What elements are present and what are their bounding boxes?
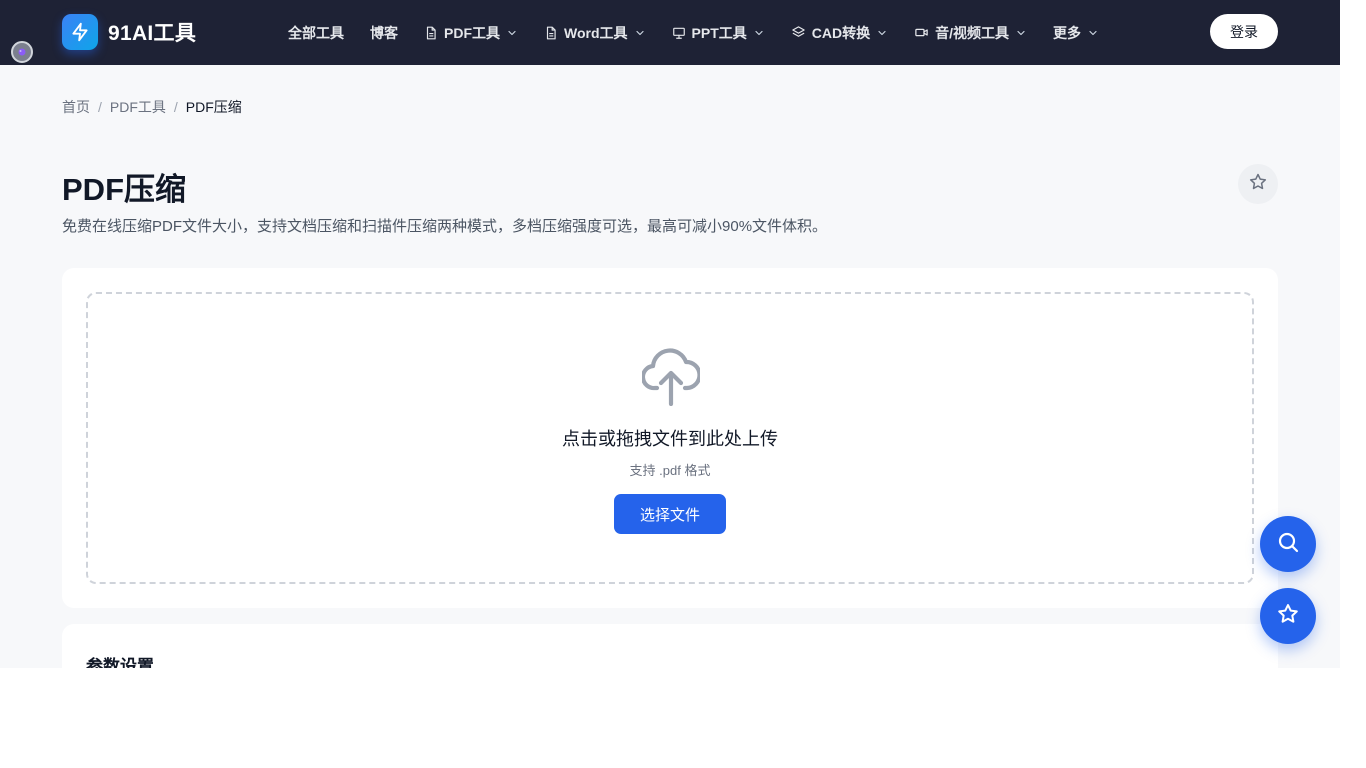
document-icon [424,26,438,40]
nav-item-ppt-tools[interactable]: PPT工具 [672,23,765,43]
nav-item-pdf-tools[interactable]: PDF工具 [424,23,518,43]
chevron-down-icon [1015,27,1027,39]
search-icon [1276,530,1300,559]
chevron-down-icon [876,27,888,39]
params-card: 参数设置 [62,624,1278,668]
video-icon [914,25,929,40]
page-viewport: 91AI工具 全部工具 博客 PDF工具 Word工具 PPT工具 CAD转换 … [0,0,1340,668]
cloud-upload-icon [640,344,702,411]
layers-icon [791,25,806,40]
breadcrumb-current: PDF压缩 [185,99,242,115]
nav-item-av-tools[interactable]: 音/视频工具 [914,23,1027,43]
chevron-down-icon [634,27,646,39]
page-description: 免费在线压缩PDF文件大小，支持文档压缩和扫描件压缩两种模式，多档压缩强度可选，… [62,218,828,235]
presentation-icon [672,26,686,40]
chevron-down-icon [753,27,765,39]
chevron-down-icon [506,27,518,39]
upload-format-hint: 支持 .pdf 格式 [629,463,711,478]
upload-title: 点击或拖拽文件到此处上传 [562,429,778,449]
file-dropzone[interactable]: 点击或拖拽文件到此处上传 支持 .pdf 格式 选择文件 [86,292,1254,584]
star-icon [1248,172,1268,197]
floating-assistant-icon[interactable] [11,41,33,63]
lightning-icon [62,14,98,50]
nav-item-word-tools[interactable]: Word工具 [544,23,646,43]
favorite-button[interactable] [1238,164,1278,204]
star-icon [1276,602,1300,631]
floating-favorites-button[interactable] [1260,588,1316,644]
breadcrumb-separator: / [173,99,178,115]
main-nav: 全部工具 博客 PDF工具 Word工具 PPT工具 CAD转换 音/视频工具 … [288,0,1125,65]
nav-label: 更多 [1052,24,1081,41]
nav-label: CAD转换 [811,24,871,41]
chevron-down-icon [1087,27,1099,39]
nav-label: 博客 [370,24,398,41]
floating-search-button[interactable] [1260,516,1316,572]
choose-file-button[interactable]: 选择文件 [614,494,726,534]
document-icon [544,26,558,40]
site-logo[interactable]: 91AI工具 [62,14,196,50]
nav-item-all-tools[interactable]: 全部工具 [288,23,344,43]
logo-text: 91AI工具 [108,22,197,45]
breadcrumb-home-link[interactable]: 首页 [62,97,90,117]
params-title: 参数设置 [86,657,154,668]
nav-item-blog[interactable]: 博客 [370,23,398,43]
nav-item-more[interactable]: 更多 [1053,23,1099,43]
nav-label: PPT工具 [691,24,747,41]
nav-label: 全部工具 [288,24,344,41]
nav-label: Word工具 [564,24,628,41]
upload-card: 点击或拖拽文件到此处上传 支持 .pdf 格式 选择文件 [62,268,1278,608]
breadcrumb-separator: / [98,99,102,115]
breadcrumb: 首页 / PDF工具 / PDF压缩 [62,97,242,117]
nav-item-cad-convert[interactable]: CAD转换 [791,23,888,43]
top-navigation-bar: 91AI工具 全部工具 博客 PDF工具 Word工具 PPT工具 CAD转换 … [0,0,1340,65]
breadcrumb-pdf-tools-link[interactable]: PDF工具 [110,97,166,117]
page-title: PDF压缩 [62,172,186,207]
nav-label: 音/视频工具 [935,24,1009,41]
nav-label: PDF工具 [444,24,500,41]
login-button[interactable]: 登录 [1210,14,1278,49]
